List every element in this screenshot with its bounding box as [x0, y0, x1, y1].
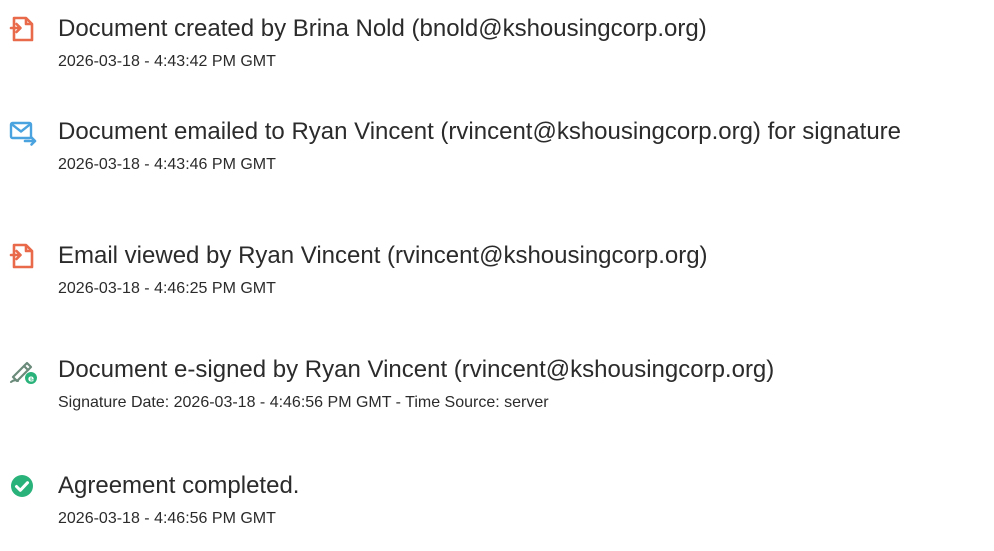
event-document-e-signed: e Document e-signed by Ryan Vincent (rvi… — [0, 355, 994, 435]
event-document-emailed: Document emailed to Ryan Vincent (rvince… — [0, 117, 994, 197]
document-icon — [8, 14, 38, 44]
event-timestamp: 2026-03-18 - 4:46:56 PM GMT — [58, 510, 276, 527]
event-title: Email viewed by Ryan Vincent (rvincent@k… — [58, 242, 708, 269]
event-title: Document e-signed by Ryan Vincent (rvinc… — [58, 356, 775, 383]
event-title: Document emailed to Ryan Vincent (rvince… — [58, 118, 901, 145]
checkmark-circle-icon — [8, 471, 38, 501]
email-icon — [8, 117, 38, 147]
document-icon — [8, 241, 38, 271]
event-timestamp: Signature Date: 2026-03-18 - 4:46:56 PM … — [58, 394, 549, 411]
event-title: Agreement completed. — [58, 472, 300, 499]
event-document-created: Document created by Brina Nold (bnold@ks… — [0, 14, 994, 94]
event-title: Document created by Brina Nold (bnold@ks… — [58, 15, 707, 42]
event-timestamp: 2026-03-18 - 4:46:25 PM GMT — [58, 280, 276, 297]
e-signature-icon: e — [8, 355, 38, 385]
svg-text:e: e — [28, 375, 34, 385]
event-timestamp: 2026-03-18 - 4:43:42 PM GMT — [58, 53, 276, 70]
event-email-viewed: Email viewed by Ryan Vincent (rvincent@k… — [0, 241, 994, 321]
event-timestamp: 2026-03-18 - 4:43:46 PM GMT — [58, 156, 276, 173]
event-agreement-completed: Agreement completed. 2026-03-18 - 4:46:5… — [0, 471, 994, 551]
audit-trail-event-list: Document created by Brina Nold (bnold@ks… — [0, 0, 994, 537]
